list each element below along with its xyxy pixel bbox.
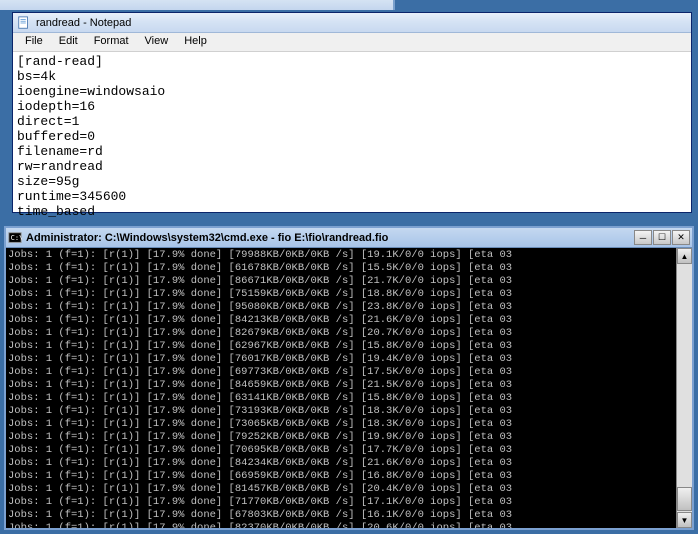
taskbar-edge	[0, 0, 395, 10]
cmd-title-text: Administrator: C:\Windows\system32\cmd.e…	[26, 232, 630, 244]
notepad-menubar: File Edit Format View Help	[13, 33, 691, 52]
minimize-button[interactable]: ─	[634, 230, 652, 245]
menu-edit[interactable]: Edit	[51, 33, 86, 51]
close-button[interactable]: ✕	[672, 230, 690, 245]
cmd-scrollbar[interactable]: ▲ ▼	[676, 248, 692, 528]
scroll-thumb[interactable]	[677, 487, 692, 511]
notepad-text-area[interactable]: [rand-read] bs=4k ioengine=windowsaio io…	[13, 52, 691, 212]
window-buttons: ─ ☐ ✕	[634, 230, 690, 245]
notepad-title-text: randread - Notepad	[36, 17, 131, 29]
menu-format[interactable]: Format	[86, 33, 137, 51]
notepad-icon	[17, 16, 31, 30]
scroll-track[interactable]	[677, 264, 692, 512]
cmd-body: Jobs: 1 (f=1): [r(1)] [17.9% done] [7998…	[6, 248, 692, 528]
cmd-window: C:\ Administrator: C:\Windows\system32\c…	[4, 226, 694, 530]
menu-file[interactable]: File	[17, 33, 51, 51]
svg-text:C:\: C:\	[11, 233, 22, 241]
notepad-window: randread - Notepad File Edit Format View…	[12, 12, 692, 213]
notepad-titlebar[interactable]: randread - Notepad	[13, 13, 691, 33]
maximize-button[interactable]: ☐	[653, 230, 671, 245]
menu-view[interactable]: View	[137, 33, 177, 51]
menu-help[interactable]: Help	[176, 33, 215, 51]
cmd-icon: C:\	[8, 231, 22, 245]
cmd-titlebar[interactable]: C:\ Administrator: C:\Windows\system32\c…	[6, 228, 692, 248]
cmd-output[interactable]: Jobs: 1 (f=1): [r(1)] [17.9% done] [7998…	[6, 248, 676, 528]
scroll-up-button[interactable]: ▲	[677, 248, 692, 264]
scroll-down-button[interactable]: ▼	[677, 512, 692, 528]
